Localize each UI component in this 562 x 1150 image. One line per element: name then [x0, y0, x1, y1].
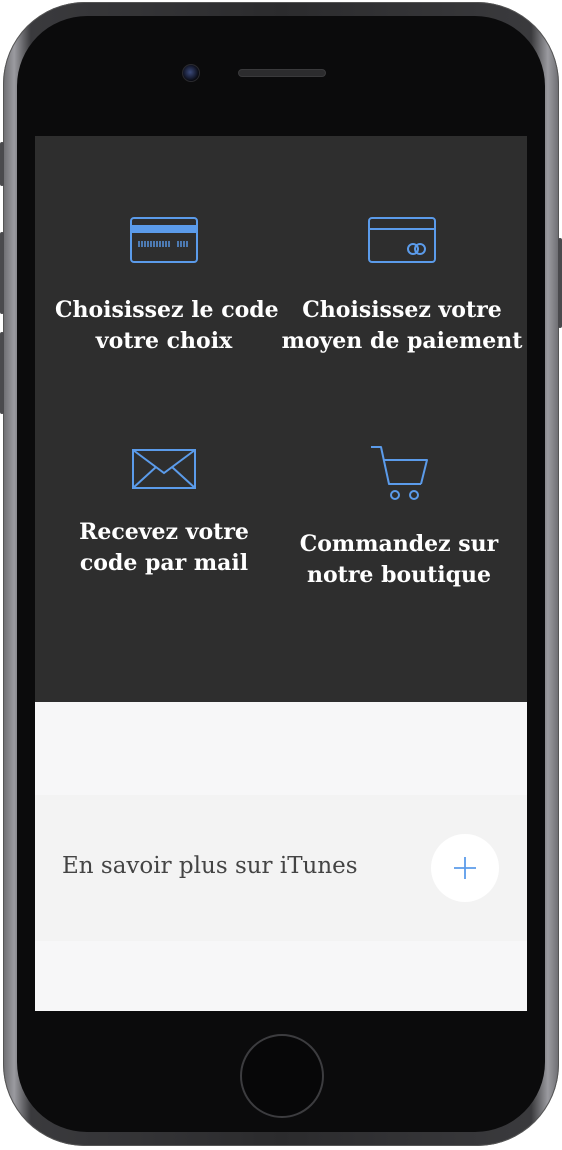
silent-switch	[0, 142, 4, 186]
step-label-line2: moyen de paiement	[281, 328, 523, 354]
step-choose-payment: Choisissez votre moyen de paiement	[281, 216, 523, 357]
step-order-shop: Commandez sur notre boutique	[281, 444, 517, 591]
itunes-info-label: En savoir plus sur iTunes	[62, 853, 358, 879]
shopping-cart-icon	[281, 444, 517, 511]
volume-up-button	[0, 232, 4, 314]
envelope-icon	[55, 448, 273, 499]
earpiece-speaker	[238, 69, 326, 77]
step-label-line1: Commandez sur	[299, 531, 499, 557]
step-label-line2: notre boutique	[306, 562, 492, 588]
app-screen: Choisissez le code votre choix Choisisse…	[35, 136, 527, 1011]
payment-card-icon	[281, 216, 523, 273]
home-button[interactable]	[240, 1034, 324, 1118]
step-label-line1: Choisissez votre	[302, 297, 502, 323]
step-label-line1: Choisissez le code	[55, 297, 279, 323]
step-label-line2: code par mail	[79, 550, 249, 576]
step-choose-code: Choisissez le code votre choix	[55, 216, 279, 357]
credit-card-icon	[55, 216, 273, 273]
itunes-info-row[interactable]: En savoir plus sur iTunes	[35, 795, 527, 941]
step-label-line1: Recevez votre	[79, 519, 249, 545]
expand-button[interactable]	[431, 834, 499, 902]
step-receive-code: Recevez votre code par mail	[55, 448, 273, 579]
volume-down-button	[0, 332, 4, 414]
steps-panel: Choisissez le code votre choix Choisisse…	[35, 136, 527, 702]
power-button	[558, 238, 562, 328]
step-label-line2: votre choix	[95, 328, 233, 354]
plus-icon	[431, 834, 499, 902]
front-camera	[182, 64, 200, 82]
